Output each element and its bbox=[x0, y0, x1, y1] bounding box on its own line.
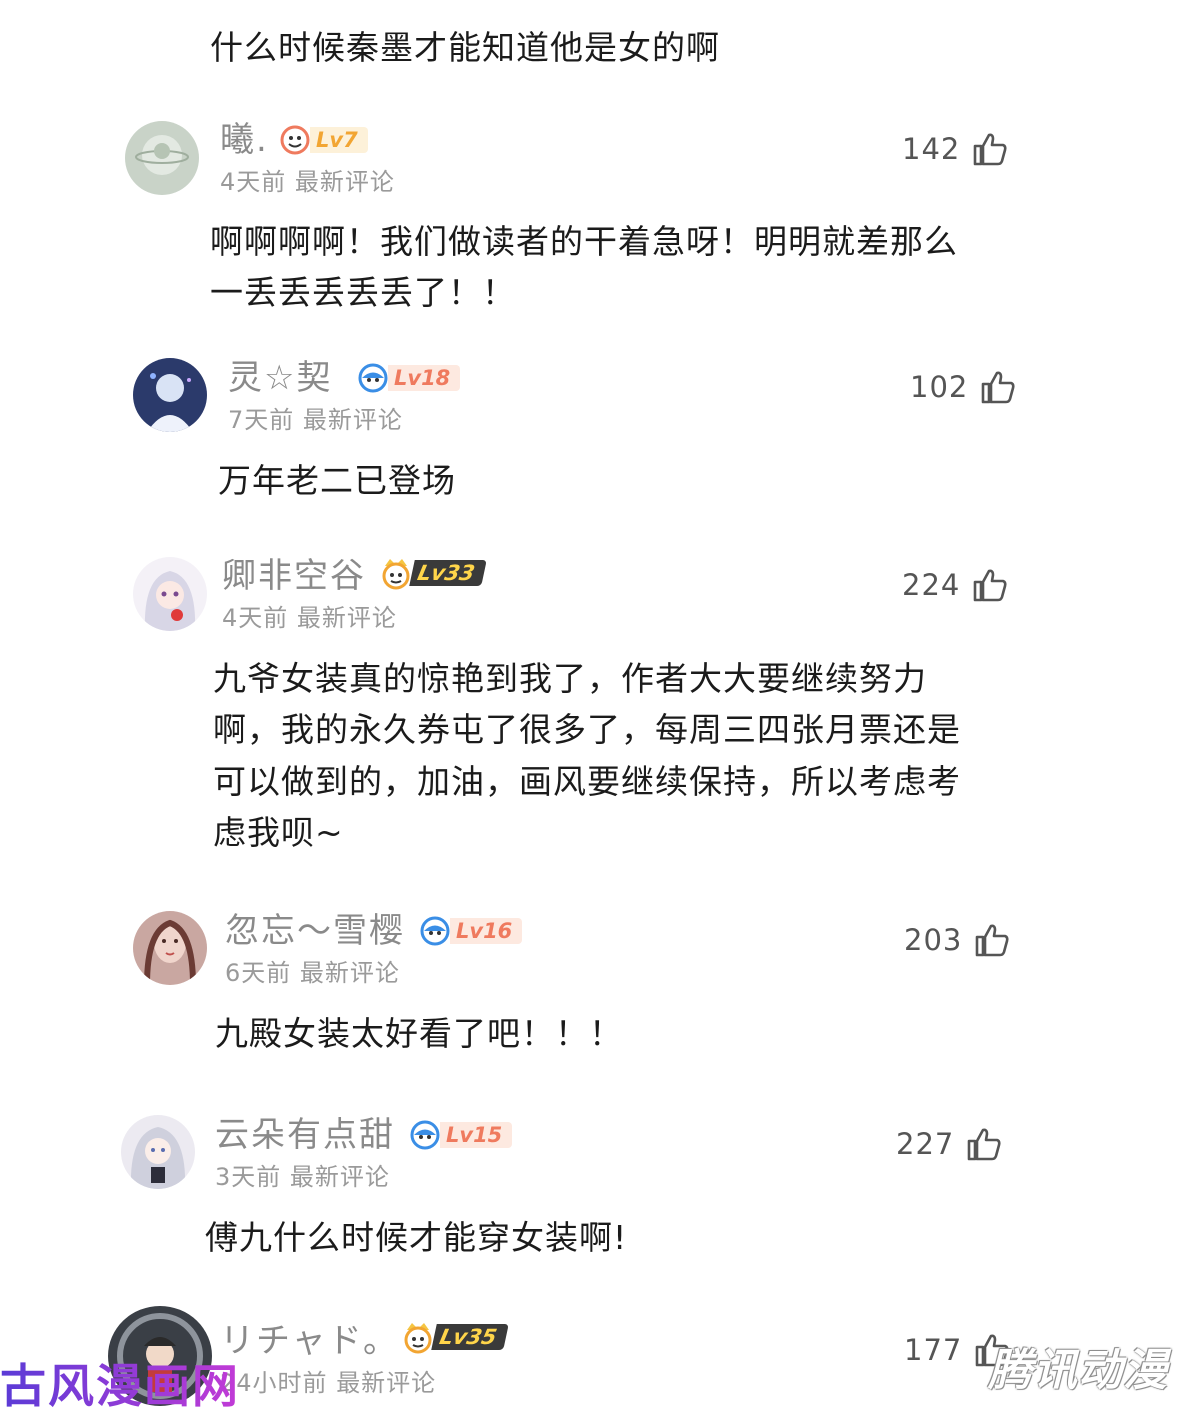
thumbs-up-icon bbox=[974, 133, 1007, 166]
comment-time: 3天前 bbox=[215, 1163, 282, 1191]
comment-meta: 7天前 最新评论 bbox=[228, 405, 403, 435]
watermark-right: 腾讯动漫 bbox=[988, 1345, 1168, 1396]
level-label: Lv35 bbox=[431, 1324, 510, 1350]
comment-time: 7天前 bbox=[228, 406, 295, 434]
smiley-badge-icon bbox=[280, 125, 310, 155]
like-button[interactable]: 203 bbox=[904, 923, 1010, 957]
comment-text: 啊啊啊啊！我们做读者的干着急呀！明明就差那么 bbox=[210, 222, 958, 261]
avatar[interactable] bbox=[125, 121, 199, 195]
comment-text: 什么时候秦墨才能知道他是女的啊 bbox=[210, 28, 720, 67]
comment-meta: 4天前 最新评论 bbox=[222, 603, 397, 633]
username[interactable]: 云朵有点甜 bbox=[215, 1115, 395, 1155]
like-button[interactable]: 227 bbox=[896, 1127, 1002, 1161]
smiley-badge-icon bbox=[410, 1120, 440, 1150]
like-button[interactable]: 102 bbox=[910, 370, 1016, 404]
level-badge: Lv18 bbox=[358, 363, 461, 393]
comment-sort: 最新评论 bbox=[299, 959, 400, 987]
thumbs-up-icon bbox=[982, 371, 1015, 404]
like-count: 102 bbox=[910, 370, 969, 404]
level-label: Lv33 bbox=[409, 560, 488, 586]
comment-sort: 最新评论 bbox=[289, 1163, 390, 1191]
comment-meta: 4天前 最新评论 bbox=[220, 167, 395, 197]
comment-sort: 最新评论 bbox=[296, 604, 397, 632]
avatar[interactable] bbox=[133, 557, 207, 631]
level-label: Lv18 bbox=[388, 365, 461, 391]
comment-text: 万年老二已登场 bbox=[218, 461, 456, 500]
comment-meta: 6天前 最新评论 bbox=[225, 958, 400, 988]
comment-text: 啊，我的永久券屯了很多了，每周三四张月票还是 bbox=[213, 710, 961, 749]
comment-sort: 最新评论 bbox=[294, 168, 395, 196]
level-badge: Lv33 bbox=[380, 558, 488, 590]
level-badge: Lv16 bbox=[420, 916, 523, 946]
watermark-left: 古风漫画网 bbox=[0, 1350, 240, 1416]
username[interactable]: 忽忘～雪樱 bbox=[225, 911, 405, 951]
like-button[interactable]: 224 bbox=[902, 568, 1008, 602]
avatar[interactable] bbox=[133, 358, 207, 432]
thumbs-up-icon bbox=[974, 569, 1007, 602]
comment-time: 6天前 bbox=[225, 959, 292, 987]
like-count: 224 bbox=[902, 568, 961, 602]
username[interactable]: 卿非空谷 bbox=[222, 556, 366, 596]
thumbs-up-icon bbox=[968, 1128, 1001, 1161]
like-count: 227 bbox=[896, 1127, 955, 1161]
smiley-badge-icon bbox=[358, 363, 388, 393]
comment-sort: 最新评论 bbox=[336, 1369, 437, 1397]
smiley-badge-icon bbox=[420, 916, 450, 946]
comment-text: 九爷女装真的惊艳到我了，作者大大要继续努力 bbox=[213, 659, 927, 698]
like-button[interactable]: 142 bbox=[902, 132, 1008, 166]
comment-text: 可以做到的，加油，画风要继续保持，所以考虑考 bbox=[213, 762, 961, 801]
thumbs-up-icon bbox=[976, 924, 1009, 957]
username[interactable]: リチャド。 bbox=[220, 1321, 399, 1361]
level-badge: Lv35 bbox=[402, 1322, 510, 1354]
like-count: 203 bbox=[904, 923, 963, 957]
level-label: Lv16 bbox=[450, 918, 523, 944]
comment-time: 4天前 bbox=[222, 604, 289, 632]
level-badge: Lv7 bbox=[280, 125, 368, 155]
comment-text: 虑我呗~ bbox=[213, 813, 344, 852]
level-label: Lv7 bbox=[310, 127, 368, 153]
comment-sort: 最新评论 bbox=[302, 406, 403, 434]
comment-meta: 3天前 最新评论 bbox=[215, 1162, 390, 1192]
comment-text: 一丢丢丢丢丢了！！ bbox=[210, 273, 516, 312]
username[interactable]: 灵☆契 bbox=[228, 358, 332, 398]
comment-text: 九殿女装太好看了吧！！！ bbox=[215, 1014, 623, 1053]
comment-meta: 24小时前 最新评论 bbox=[220, 1368, 436, 1398]
avatar[interactable] bbox=[121, 1115, 195, 1189]
username[interactable]: 曦. bbox=[220, 120, 269, 160]
comment-time: 4天前 bbox=[220, 168, 287, 196]
comment-text: 傅九什么时候才能穿女装啊! bbox=[205, 1218, 628, 1257]
like-count: 142 bbox=[902, 132, 961, 166]
like-count: 177 bbox=[904, 1333, 963, 1367]
level-badge: Lv15 bbox=[410, 1120, 513, 1150]
avatar[interactable] bbox=[133, 911, 207, 985]
level-label: Lv15 bbox=[440, 1122, 513, 1148]
